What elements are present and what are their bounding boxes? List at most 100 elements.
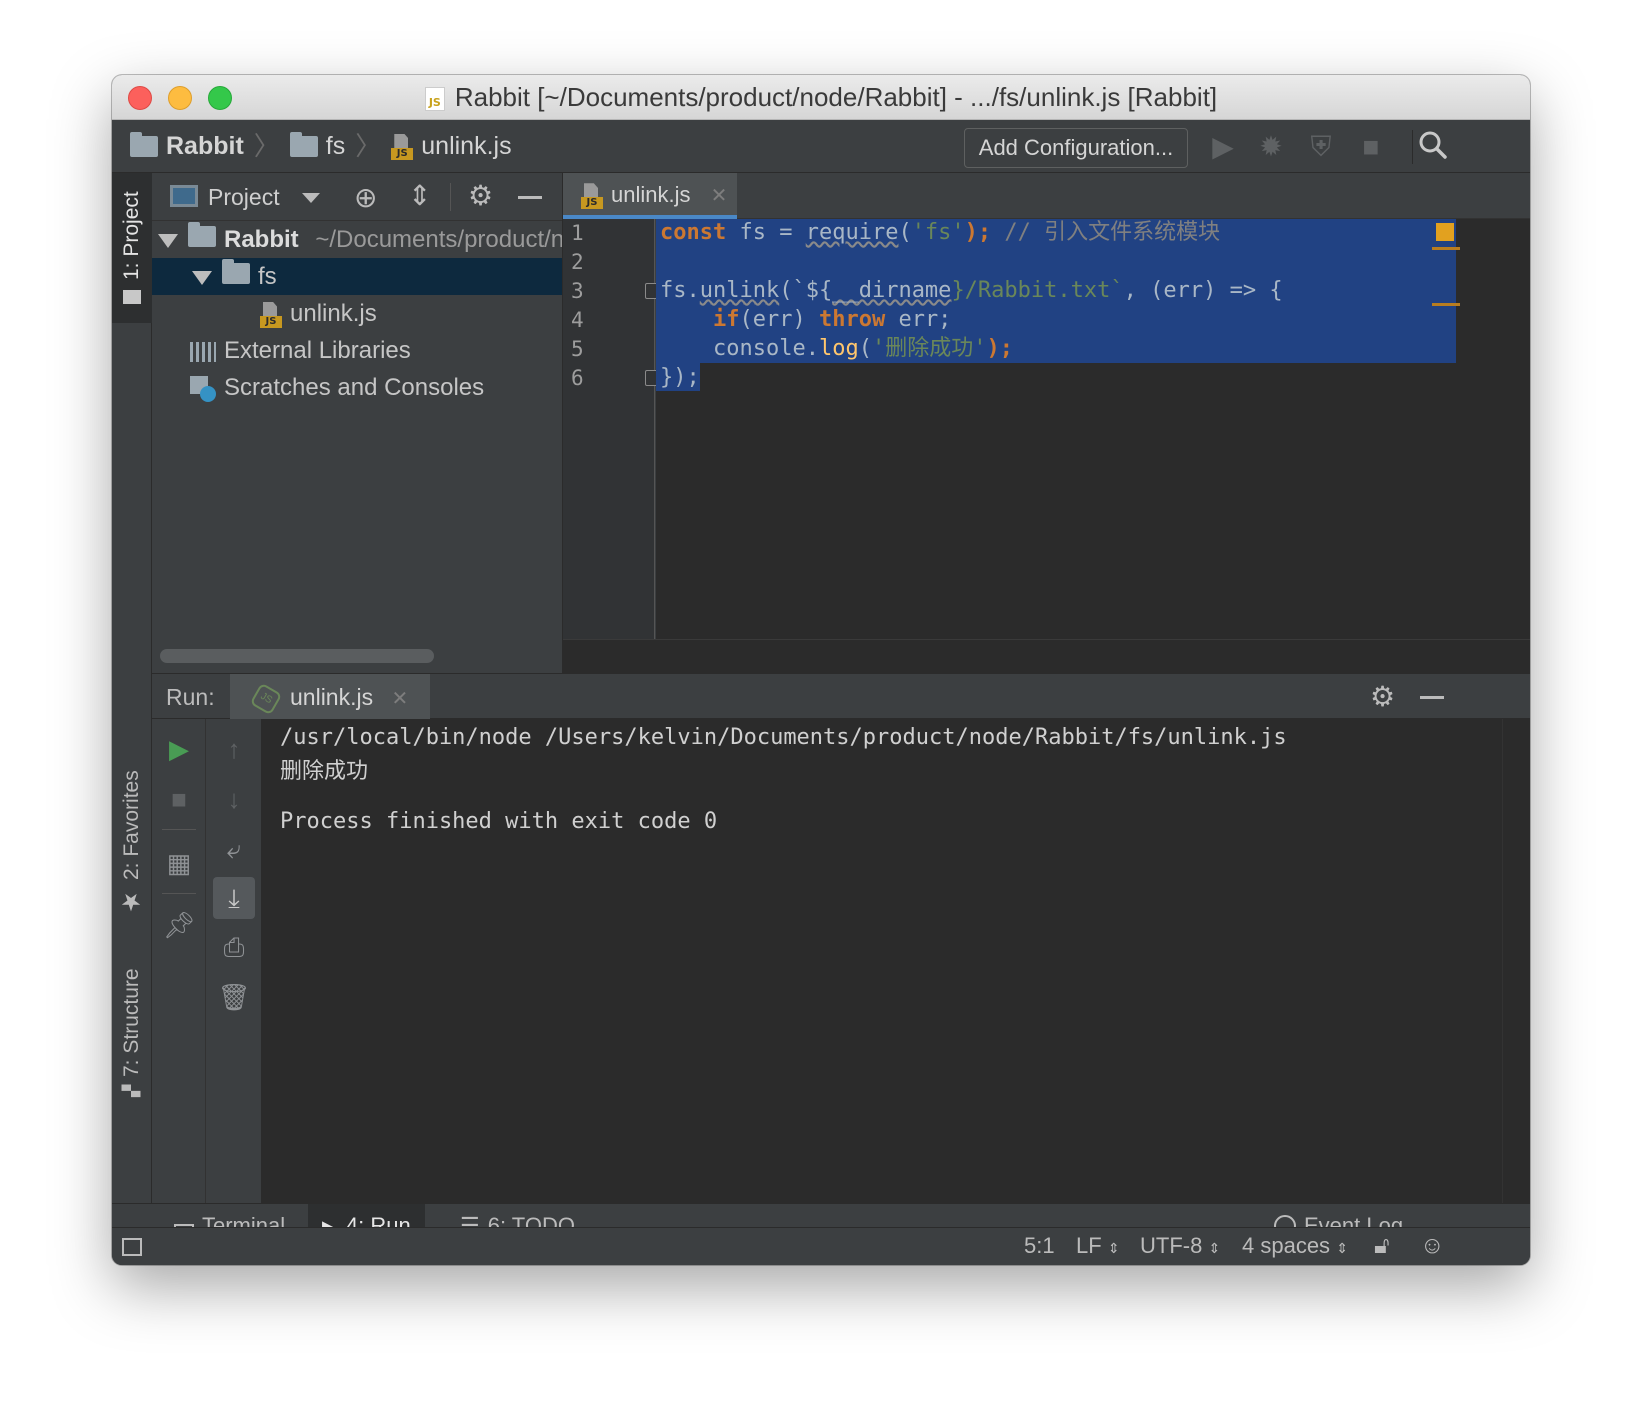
stop-icon[interactable]: ■ xyxy=(1354,130,1388,164)
console-exit-line: Process finished with exit code 0 xyxy=(280,809,718,834)
js-file-icon xyxy=(581,183,603,210)
left-tool-stripe: 1: Project ★ 2: Favorites ▞ 7: Structure xyxy=(112,173,152,1203)
run-tab-label: unlink.js xyxy=(290,684,374,710)
line-number: 4 xyxy=(571,308,584,332)
debug-icon[interactable]: ✹ xyxy=(1254,130,1288,164)
coverage-icon[interactable]: ⛨ xyxy=(1304,130,1338,164)
toggle-tool-windows-icon[interactable] xyxy=(122,1226,142,1265)
breadcrumb-file[interactable]: unlink.js xyxy=(421,120,511,173)
folder-icon xyxy=(123,290,141,305)
navigation-bar: Rabbit 〉 fs 〉 unlink.js Add Configuratio… xyxy=(112,120,1530,173)
toolbar-divider xyxy=(162,829,196,830)
console-scrollbar[interactable] xyxy=(1502,719,1530,1203)
inspector-icon[interactable]: ☺ xyxy=(1420,1226,1445,1265)
add-configuration-button[interactable]: Add Configuration... xyxy=(964,128,1188,168)
js-file-icon xyxy=(391,134,414,160)
project-view-icon xyxy=(170,185,198,207)
toolbar-divider xyxy=(1412,130,1413,164)
breadcrumb-project[interactable]: Rabbit xyxy=(166,120,244,173)
up-arrow-icon[interactable]: ↑ xyxy=(216,731,252,767)
toolbar-divider xyxy=(162,893,196,894)
project-tree: Rabbit ~/Documents/product/node/Rabbit f… xyxy=(152,221,562,406)
structure-tool-tab[interactable]: ▞ 7: Structure xyxy=(112,953,152,1113)
ide-window: JS Rabbit [~/Documents/product/node/Rabbi… xyxy=(112,75,1530,1265)
print-icon[interactable]: ⎙ xyxy=(216,929,252,965)
run-console[interactable]: /usr/local/bin/node /Users/kelvin/Docume… xyxy=(262,719,1530,1203)
editor-footer xyxy=(563,639,1530,673)
encoding-selector[interactable]: UTF-8 ⇕ xyxy=(1140,1226,1220,1265)
editor-tab-unlink-js[interactable]: unlink.js ✕ xyxy=(563,173,737,219)
hide-panel-icon[interactable] xyxy=(518,196,542,199)
error-stripe-mark[interactable] xyxy=(1432,247,1460,250)
project-tool-tab-label: 1: Project xyxy=(120,191,143,281)
tree-external-libraries-label: External Libraries xyxy=(224,337,411,364)
soft-wrap-icon[interactable]: ⤶ xyxy=(216,831,252,867)
up-down-icon: ⇕ xyxy=(1208,1240,1221,1256)
gear-icon[interactable]: ⚙ xyxy=(468,179,493,212)
expand-icon[interactable] xyxy=(158,233,178,248)
folder-icon xyxy=(188,222,216,247)
unlock-icon[interactable]: 🔓︎ xyxy=(1374,1226,1390,1265)
code-editor[interactable]: const fs = require('fs'); // 引入文件系统模块 fs… xyxy=(656,219,1530,639)
project-panel: Project ⊕ ⇕ ⚙ Rabbit ~/Documents/product… xyxy=(152,173,562,673)
expand-icon[interactable] xyxy=(192,270,212,285)
tree-row-fs[interactable]: fs xyxy=(152,258,562,295)
line-number: 5 xyxy=(571,337,584,361)
favorites-tool-tab-label: 2: Favorites xyxy=(120,770,143,880)
trash-icon[interactable]: 🗑︎ xyxy=(216,979,252,1015)
encoding-value: UTF-8 xyxy=(1140,1233,1203,1258)
line-number: 1 xyxy=(571,221,584,245)
search-icon[interactable] xyxy=(1416,130,1450,164)
error-stripe-mark[interactable] xyxy=(1432,303,1460,306)
collapse-all-icon[interactable]: ⇕ xyxy=(408,179,431,212)
project-view-selector[interactable]: Project xyxy=(208,173,280,221)
line-number: 3 xyxy=(571,279,584,303)
breadcrumb-folder[interactable]: fs xyxy=(326,120,345,173)
tree-row-external-libraries[interactable]: External Libraries xyxy=(152,332,562,369)
indent-value: 4 spaces xyxy=(1242,1233,1331,1258)
warning-marker-icon[interactable] xyxy=(1436,223,1454,241)
rerun-icon[interactable]: ▶ xyxy=(161,731,197,767)
scroll-to-end-icon[interactable]: ⤓ xyxy=(213,877,255,919)
down-arrow-icon[interactable]: ↓ xyxy=(216,781,252,817)
editor-tab-label: unlink.js xyxy=(611,182,691,207)
line-separator-value: LF xyxy=(1076,1233,1102,1258)
gear-icon[interactable]: ⚙ xyxy=(1370,680,1395,713)
scratches-icon xyxy=(190,375,216,402)
indent-selector[interactable]: 4 spaces ⇕ xyxy=(1242,1226,1348,1265)
js-file-icon xyxy=(260,302,282,328)
hide-panel-icon[interactable] xyxy=(1420,696,1444,699)
pin-icon[interactable]: 📌︎ xyxy=(161,907,197,943)
project-tool-tab[interactable]: 1: Project xyxy=(112,173,152,323)
nodejs-icon: JS xyxy=(249,682,283,716)
tree-row-root[interactable]: Rabbit ~/Documents/product/node/Rabbit xyxy=(152,221,562,258)
close-tab-icon[interactable]: ✕ xyxy=(392,688,409,710)
code-line-4: if(err) throw err; xyxy=(712,307,952,332)
tree-row-unlink-js[interactable]: unlink.js xyxy=(152,295,562,332)
code-line-1: const fs = require('fs'); // 引入文件系统模块 xyxy=(660,220,1221,245)
project-panel-header: Project ⊕ ⇕ ⚙ xyxy=(152,173,562,221)
horizontal-scrollbar[interactable] xyxy=(160,649,434,663)
folder-icon xyxy=(289,132,318,157)
run-icon[interactable]: ▶ xyxy=(1206,130,1240,164)
console-output-line: 删除成功 xyxy=(280,759,369,784)
run-tab-unlink-js[interactable]: JS unlink.js ✕ xyxy=(230,674,430,720)
console-command-line: /usr/local/bin/node /Users/kelvin/Docume… xyxy=(280,725,1287,750)
favorites-tool-tab[interactable]: ★ 2: Favorites xyxy=(112,763,152,923)
library-icon xyxy=(190,341,216,362)
up-down-icon: ⇕ xyxy=(1336,1240,1348,1256)
stop-icon[interactable]: ■ xyxy=(161,781,197,817)
editor-gutter: 1 2 3 4 5 6 xyxy=(563,219,659,639)
tree-scratches-label: Scratches and Consoles xyxy=(224,374,485,401)
breadcrumb-separator: 〉 xyxy=(253,131,280,161)
caret-position[interactable]: 5:1 xyxy=(1024,1226,1055,1265)
layout-icon[interactable]: ▦ xyxy=(161,845,197,881)
tree-row-scratches[interactable]: Scratches and Consoles xyxy=(152,369,562,406)
locate-file-icon[interactable]: ⊕ xyxy=(354,181,377,214)
folder-icon xyxy=(130,132,158,157)
close-tab-icon[interactable]: ✕ xyxy=(711,185,728,207)
window-title: JS Rabbit [~/Documents/product/node/Rabbi… xyxy=(112,75,1530,120)
status-bar: 5:1 LF ⇕ UTF-8 ⇕ 4 spaces ⇕ 🔓︎ ☺ xyxy=(112,1227,1530,1265)
line-separator-selector[interactable]: LF ⇕ xyxy=(1076,1226,1120,1265)
chevron-down-icon[interactable] xyxy=(302,193,320,203)
